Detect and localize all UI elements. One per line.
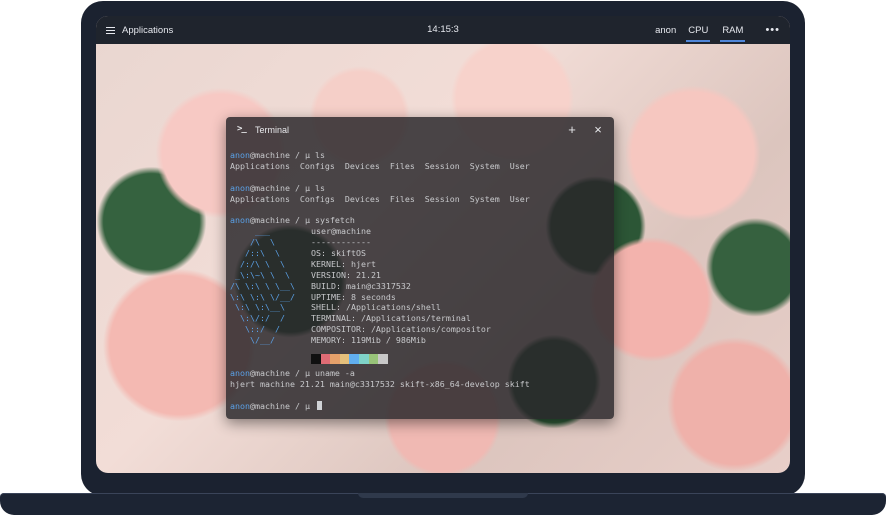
terminal-title: Terminal [255,125,290,135]
ram-usage-bar [720,40,746,42]
desktop-screen: Applications 14:15:3 anon CPU RAM ••• >_… [96,16,790,473]
palette-swatch [339,354,350,365]
text-cursor [316,400,322,410]
close-button[interactable]: × [589,117,607,143]
more-icon[interactable]: ••• [765,24,780,36]
cpu-usage-bar [686,40,711,42]
ls-output: Applications Configs Devices Files Sessi… [230,193,530,204]
new-tab-button[interactable]: + [563,117,581,143]
prompt-line: anon@machine / µ ls [230,182,325,193]
palette-swatch [330,354,340,365]
terminal-window[interactable]: >_ Terminal + × anon@machine / µ ls Appl… [226,117,614,419]
ram-label: RAM [722,24,744,36]
applications-menu-label: Applications [122,24,174,36]
terminal-titlebar[interactable]: >_ Terminal + × [226,117,614,143]
sysfetch-info: user@machine ------------ OS: skiftOS KE… [311,226,491,346]
laptop-hinge-notch [358,493,528,498]
ram-indicator[interactable]: RAM [720,24,746,42]
prompt-line: anon@machine / µ ls [230,150,325,160]
user-indicator[interactable]: anon [655,25,676,36]
skift-ascii-logo: ___ /\ \ /::\ \ /:/\ \ \ _\:\~\ \ \ /\ \… [230,226,295,346]
top-panel: Applications 14:15:3 anon CPU RAM ••• [96,16,790,44]
palette-swatch [358,354,369,365]
prompt-line: anon@machine / µ sysfetch [230,215,355,226]
cpu-label: CPU [688,24,709,36]
sysfetch-output: ___ /\ \ /::\ \ /:/\ \ \ _\:\~\ \ \ /\ \… [230,226,610,365]
prompt-line: anon@machine / µ uname -a [230,368,355,379]
palette-swatch [378,354,388,365]
applications-menu-button[interactable]: Applications [106,16,173,44]
palette-swatch [320,354,331,365]
cpu-indicator[interactable]: CPU [686,24,711,42]
active-prompt-line[interactable]: anon@machine / µ [230,400,610,412]
terminal-output[interactable]: anon@machine / µ ls Applications Configs… [230,150,610,412]
panel-right-area: anon CPU RAM ••• [655,16,780,44]
palette-swatch [311,354,321,365]
color-palette [311,354,388,365]
palette-swatch [368,354,379,365]
palette-swatch [349,354,359,365]
ls-output: Applications Configs Devices Files Sessi… [230,160,530,171]
uname-output: hjert machine 21.21 main@c3317532 skift-… [230,378,530,389]
hamburger-icon [106,26,115,34]
terminal-icon: >_ [237,124,247,134]
